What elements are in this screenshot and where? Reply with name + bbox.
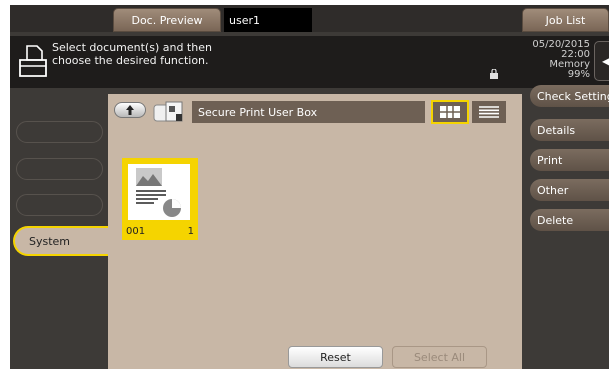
inactive-tab-1 <box>16 121 103 143</box>
list-view-icon <box>479 106 499 118</box>
collapse-panel-button[interactable]: ◀◀ <box>594 41 609 81</box>
document-thumbnail[interactable]: 001 1 <box>122 158 198 240</box>
message-bar: Select document(s) and then choose the d… <box>10 36 609 88</box>
grid-view-icon <box>440 106 460 118</box>
list-view-button[interactable] <box>472 101 506 123</box>
instruction-text: Select document(s) and then choose the d… <box>52 41 302 67</box>
instruction-line-1: Select document(s) and then <box>52 41 212 54</box>
lock-icon <box>490 69 498 79</box>
instruction-line-2: choose the desired function. <box>52 54 209 67</box>
up-arrow-icon <box>126 105 134 115</box>
box-title: Secure Print User Box <box>192 101 425 123</box>
document-tray-icon <box>19 45 47 77</box>
document-name: 001 <box>126 226 146 237</box>
thumbnail-view-button[interactable] <box>431 100 469 124</box>
reset-button[interactable]: Reset <box>288 346 383 368</box>
document-page-count: 1 <box>187 226 194 237</box>
user-name-field: user1 <box>224 8 312 32</box>
other-button[interactable]: Other <box>530 179 609 201</box>
details-button[interactable]: Details <box>530 119 609 141</box>
document-page-preview <box>128 164 190 220</box>
delete-button[interactable]: Delete <box>530 209 609 231</box>
inactive-tab-3 <box>16 194 103 216</box>
job-list-tab[interactable]: Job List <box>522 8 609 32</box>
document-preview-icon <box>136 168 181 217</box>
system-tab[interactable]: System <box>13 226 113 256</box>
doc-preview-tab[interactable]: Doc. Preview <box>113 8 221 32</box>
memory-value: 99% <box>567 69 590 80</box>
inactive-tab-2 <box>16 158 103 180</box>
double-chevron-left-icon: ◀◀ <box>602 54 609 68</box>
select-all-button[interactable]: Select All <box>392 346 487 368</box>
box-content-panel: Secure Print User Box 001 1 Reset Select… <box>108 94 522 369</box>
check-setting-button[interactable]: Check Setting <box>530 85 609 107</box>
status-box: 05/20/2015 22:00 Memory 99% <box>502 40 590 80</box>
up-level-button[interactable] <box>114 102 146 118</box>
top-tab-bar: Doc. Preview user1 Job List <box>10 5 609 32</box>
user-box-icon <box>153 101 183 122</box>
print-button[interactable]: Print <box>530 149 609 171</box>
printer-panel-screen: Doc. Preview user1 Job List Select docum… <box>10 5 609 369</box>
